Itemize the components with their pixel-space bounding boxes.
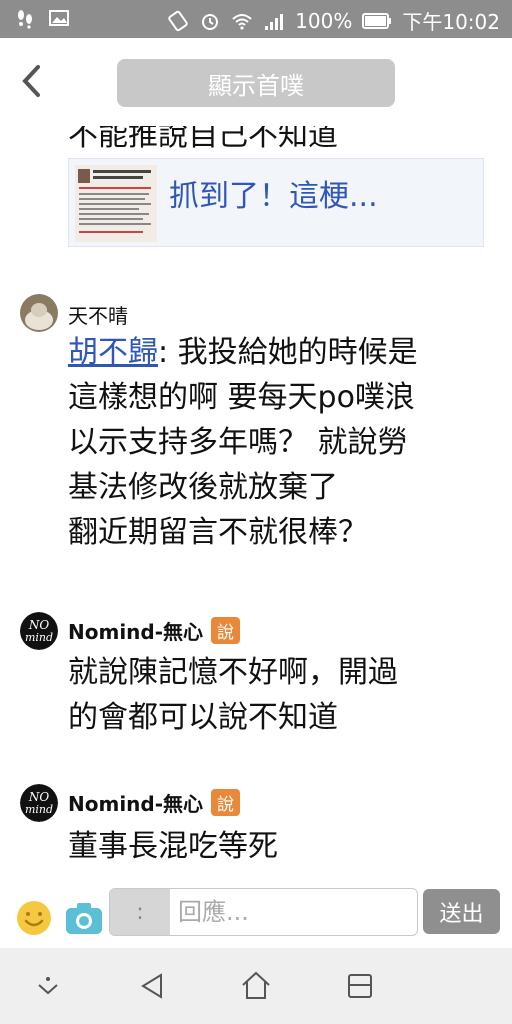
- send-button[interactable]: 送出: [423, 889, 500, 934]
- link-thumbnail: [75, 165, 157, 242]
- mention-link[interactable]: 胡不歸: [68, 335, 158, 370]
- back-triangle-icon: [141, 973, 162, 999]
- reply-compose-bar: : 送出: [0, 886, 512, 948]
- clock: 下午10:02: [402, 10, 500, 34]
- show-home-plurk-button[interactable]: 顯示首噗: [117, 59, 395, 107]
- emoji-icon[interactable]: [16, 900, 52, 936]
- battery-percent: 100%: [295, 8, 353, 33]
- recents-icon: [348, 974, 372, 998]
- nav-back-button[interactable]: [132, 966, 172, 1006]
- qualifier-badge: 說: [211, 617, 241, 644]
- reply-input[interactable]: [172, 889, 416, 935]
- back-arrow-icon[interactable]: [18, 64, 48, 98]
- response-username[interactable]: Nomind-無心 說: [68, 788, 241, 817]
- avatar[interactable]: NO mind: [20, 784, 58, 822]
- svg-text:mind: mind: [25, 631, 53, 644]
- system-nav-bar: [0, 948, 512, 1024]
- svg-text:NO: NO: [28, 618, 50, 632]
- avatar[interactable]: [20, 294, 58, 332]
- gallery-icon: [49, 10, 69, 26]
- nav-home-button[interactable]: [236, 966, 276, 1006]
- response-feed: 不能推說自己不知道 抓到了！這梗... 天不晴 胡不歸: 我投給她的時候是 這樣…: [0, 126, 512, 886]
- battery-icon: [362, 12, 392, 29]
- home-icon: [242, 971, 270, 999]
- response-username[interactable]: Nomind-無心 說: [68, 616, 241, 645]
- signal-icon: [265, 13, 284, 30]
- response-username[interactable]: 天不晴: [68, 300, 128, 329]
- response-content: 董事長混吃等死: [68, 829, 278, 864]
- camera-icon[interactable]: [64, 900, 104, 936]
- link-title: 抓到了！這梗...: [169, 179, 378, 214]
- avatar[interactable]: NO mind: [20, 612, 58, 650]
- svg-text:NO: NO: [28, 790, 50, 804]
- response-content: 胡不歸: 我投給她的時候是 這樣想的啊 要每天po噗浪 以示支持多年嗎？ 就說勞…: [68, 335, 418, 550]
- chevron-down-icon: [38, 977, 58, 995]
- nav-extra-button[interactable]: [28, 966, 68, 1006]
- alarm-icon: [202, 13, 219, 30]
- footprint-icon: [18, 10, 32, 29]
- rotate-icon: [168, 10, 188, 31]
- header: 顯示首噗: [0, 38, 512, 126]
- qualifier-badge: 說: [211, 789, 241, 816]
- nav-recents-button[interactable]: [340, 966, 380, 1006]
- previous-response-text: 不能推說自己不知道: [68, 126, 338, 153]
- status-bar: 100% 下午10:02: [0, 0, 512, 38]
- link-preview-card[interactable]: 抓到了！這梗...: [68, 158, 484, 247]
- wifi-icon: [232, 13, 252, 30]
- reply-input-wrapper: :: [109, 888, 418, 936]
- svg-text:mind: mind: [25, 803, 53, 816]
- qualifier-selector[interactable]: :: [110, 889, 170, 935]
- response-content: 就說陳記憶不好啊，開過 的會都可以說不知道: [68, 655, 398, 735]
